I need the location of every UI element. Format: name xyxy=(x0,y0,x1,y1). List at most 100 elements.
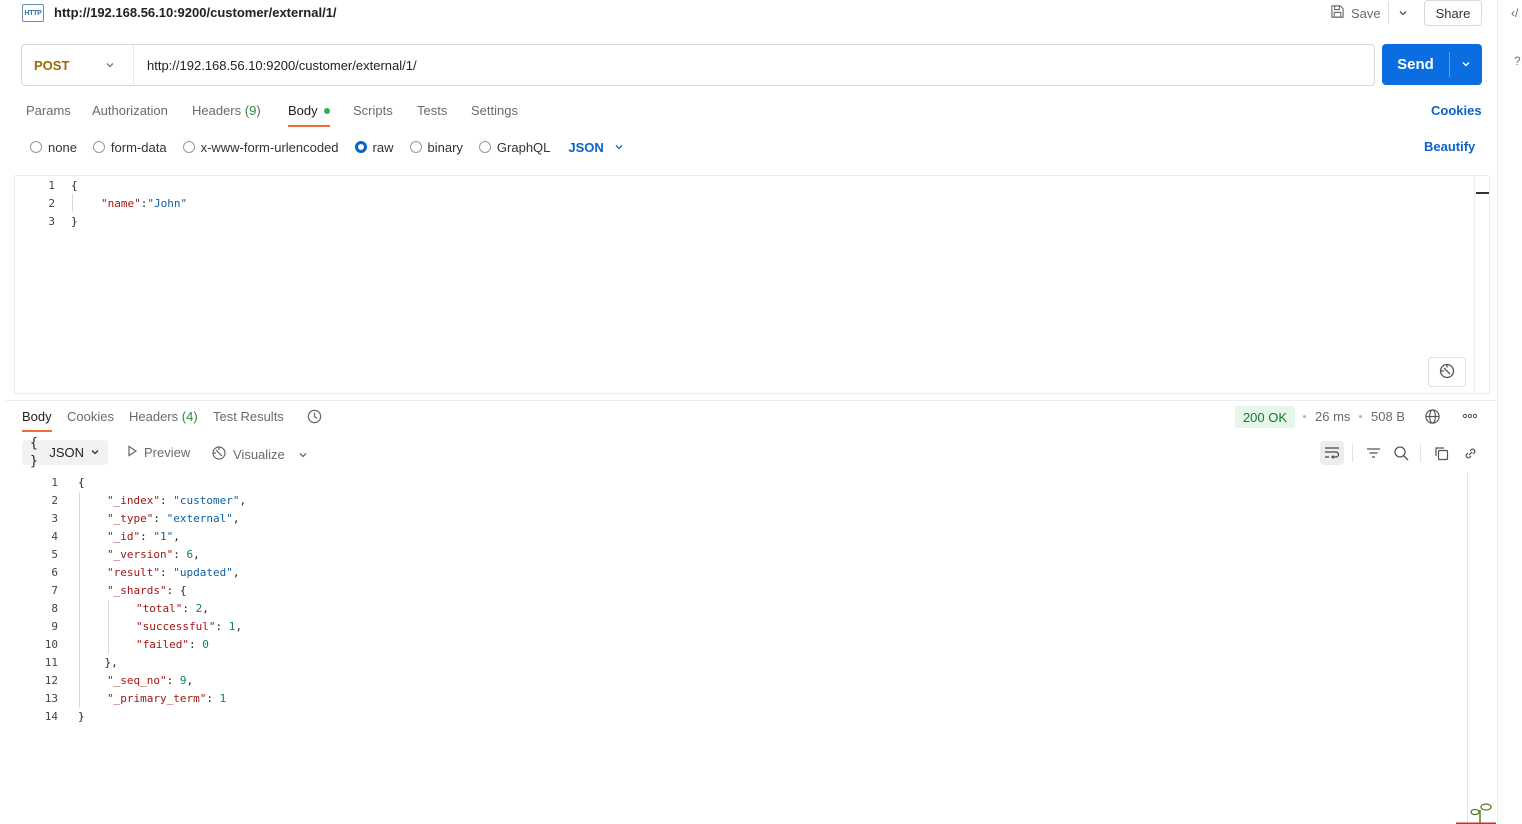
wrap-lines-icon[interactable] xyxy=(1320,441,1344,465)
line-number: 14 xyxy=(44,710,58,723)
method-select[interactable]: POST xyxy=(22,45,134,85)
url-bar: POST xyxy=(21,44,1375,86)
more-options-icon[interactable] xyxy=(1462,410,1478,425)
radio-circle xyxy=(30,141,42,153)
save-button[interactable]: Save xyxy=(1330,2,1381,24)
response-scrollbar[interactable] xyxy=(1467,473,1468,824)
tab-headers[interactable]: Headers (9) xyxy=(192,103,261,118)
json-key: "successful" xyxy=(136,620,216,633)
radio-none[interactable]: none xyxy=(30,140,77,155)
visualize-button[interactable]: Visualize xyxy=(211,445,285,464)
beautify-link[interactable]: Beautify xyxy=(1424,139,1475,154)
save-divider xyxy=(1388,2,1389,24)
json-punctuation: , xyxy=(235,620,242,633)
json-punctuation: , xyxy=(173,530,180,543)
plant-icon xyxy=(1456,800,1496,824)
radio-urlencoded-label: x-www-form-urlencoded xyxy=(200,139,339,155)
line-number: 13 xyxy=(44,692,58,705)
code-line: "_shards": { xyxy=(107,582,186,600)
globe-icon[interactable] xyxy=(1424,408,1441,428)
save-icon xyxy=(1330,4,1345,22)
json-value: { xyxy=(179,584,187,597)
json-colon: : xyxy=(206,692,220,705)
tab-settings[interactable]: Settings xyxy=(471,103,518,118)
response-tab-cookies[interactable]: Cookies xyxy=(67,409,114,424)
json-value: "updated" xyxy=(173,566,233,579)
pane-divider[interactable] xyxy=(6,400,1498,401)
send-options-button[interactable] xyxy=(1450,44,1482,85)
url-input[interactable] xyxy=(134,45,1374,85)
response-tab-headers-label: Headers xyxy=(129,409,179,424)
json-value: "1" xyxy=(153,530,174,543)
save-options-button[interactable] xyxy=(1394,2,1412,24)
chevron-down-icon xyxy=(90,445,100,460)
chevron-down-icon xyxy=(614,140,624,155)
history-icon[interactable] xyxy=(306,408,323,428)
tab-headers-count: (9) xyxy=(244,103,261,118)
http-icon: HTTP xyxy=(22,4,44,22)
response-time[interactable]: 26 ms xyxy=(1315,409,1350,424)
code-line: }, xyxy=(78,656,118,669)
json-value: "customer" xyxy=(173,494,240,507)
send-button[interactable]: Send xyxy=(1382,44,1449,85)
help-icon[interactable]: ? xyxy=(1514,54,1521,68)
line-number: 2 xyxy=(51,494,58,507)
json-colon: : xyxy=(166,674,180,687)
preview-button[interactable]: Preview xyxy=(126,445,190,460)
copy-icon[interactable] xyxy=(1429,441,1453,465)
radio-circle xyxy=(478,141,491,153)
code-line: "_id": "1", xyxy=(107,528,180,546)
radio-form-data-label: form-data xyxy=(110,139,167,155)
tab-scripts[interactable]: Scripts xyxy=(353,103,393,118)
link-icon[interactable] xyxy=(1458,441,1482,465)
response-size[interactable]: 508 B xyxy=(1371,409,1405,424)
json-punctuation: , xyxy=(202,602,209,615)
search-icon[interactable] xyxy=(1389,441,1413,465)
separator-dot xyxy=(1359,415,1362,418)
scrollbar-thumb[interactable] xyxy=(1476,192,1489,194)
indent-guide xyxy=(79,492,80,708)
schema-button[interactable] xyxy=(1428,357,1466,387)
line-number: 7 xyxy=(51,584,58,597)
response-tab-test-results[interactable]: Test Results xyxy=(213,409,284,424)
share-button[interactable]: Share xyxy=(1424,0,1482,26)
radio-circle xyxy=(92,141,105,153)
radio-urlencoded[interactable]: x-www-form-urlencoded xyxy=(182,139,339,155)
save-label: Save xyxy=(1351,5,1381,21)
radio-graphql[interactable]: GraphQL xyxy=(478,140,550,155)
send-button-group: Send xyxy=(1382,44,1482,85)
response-tab-body[interactable]: Body xyxy=(22,409,52,424)
radio-binary[interactable]: binary xyxy=(409,140,463,155)
json-colon: : xyxy=(166,584,180,597)
tab-params[interactable]: Params xyxy=(26,103,71,118)
visualize-options-chevron-icon[interactable] xyxy=(298,448,308,463)
json-key: "total" xyxy=(136,602,183,615)
json-colon: : xyxy=(188,638,203,651)
response-body-viewer[interactable]: 1 {2 "_index": "customer", 3 "_type": "exter… xyxy=(18,473,1458,824)
tab-headers-label: Headers xyxy=(192,103,242,118)
filter-icon[interactable] xyxy=(1361,441,1385,465)
code-icon[interactable]: ‹/ xyxy=(1511,6,1518,20)
tab-tests[interactable]: Tests xyxy=(417,103,447,118)
request-title[interactable]: http://192.168.56.10:9200/customer/exter… xyxy=(54,5,337,20)
code-line: } xyxy=(78,710,85,723)
json-key: "_seq_no" xyxy=(107,674,167,687)
tab-authorization[interactable]: Authorization xyxy=(92,103,168,118)
tab-body-label: Body xyxy=(288,103,318,118)
radio-raw[interactable]: raw xyxy=(354,139,394,155)
radio-form-data[interactable]: form-data xyxy=(92,139,167,155)
code-line: "result": "updated", xyxy=(107,564,239,582)
status-badge[interactable]: 200 OK xyxy=(1235,406,1295,428)
toolbar-divider xyxy=(1420,444,1421,462)
json-value: "external" xyxy=(166,512,233,525)
response-tab-headers[interactable]: Headers (4) xyxy=(129,409,198,424)
radio-raw-label: raw xyxy=(372,139,394,155)
request-body-editor[interactable]: 1 { 2 "name":"John" 3 } xyxy=(14,175,1490,394)
line-number: 1 xyxy=(48,179,55,192)
body-format-select[interactable]: JSON xyxy=(568,140,623,155)
request-editor-scrollbar[interactable] xyxy=(1474,176,1490,394)
response-format-select[interactable]: { } JSON xyxy=(22,436,108,469)
tab-body[interactable]: Body xyxy=(288,103,330,118)
json-key: "_shards" xyxy=(107,584,167,597)
cookies-link[interactable]: Cookies xyxy=(1431,103,1482,118)
